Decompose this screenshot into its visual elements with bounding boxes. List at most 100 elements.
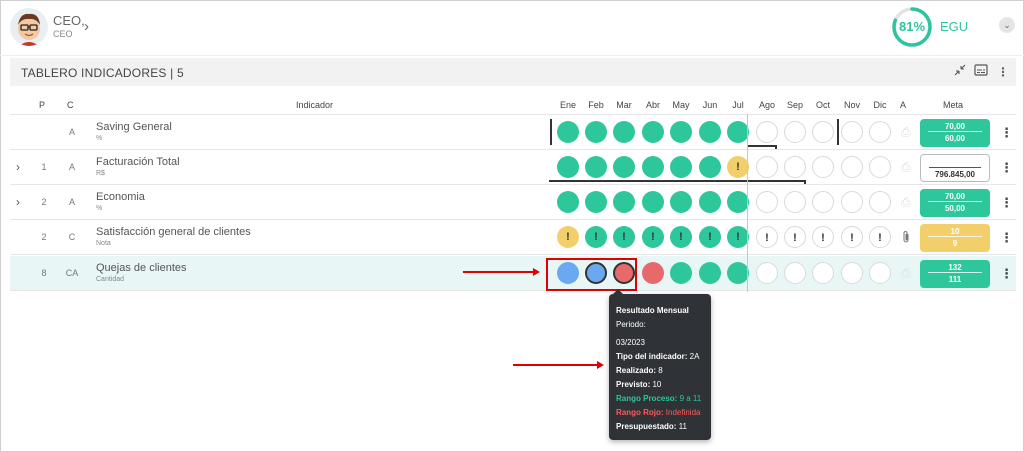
status-dot[interactable] <box>784 191 806 213</box>
status-dot[interactable] <box>784 156 806 178</box>
indicator-name[interactable]: Saving General <box>96 121 172 133</box>
status-dot[interactable]: ! <box>756 226 778 248</box>
indicator-name[interactable]: Facturación Total <box>96 156 180 168</box>
status-dot[interactable] <box>642 156 664 178</box>
row-menu-icon[interactable]: ⋮ <box>1000 125 1013 141</box>
board-title: TABLERO INDICADORES | 5 <box>21 66 184 80</box>
expand-row-icon[interactable]: › <box>16 160 20 174</box>
status-dot[interactable] <box>727 262 749 284</box>
indicator-name[interactable]: Satisfacción general de clientes <box>96 226 251 238</box>
status-dot[interactable] <box>670 191 692 213</box>
status-dot[interactable]: ! <box>670 226 692 248</box>
status-dot[interactable] <box>727 121 749 143</box>
status-dot[interactable]: ! <box>869 226 891 248</box>
row-menu-icon[interactable]: ⋮ <box>1000 266 1013 282</box>
attachment-icon[interactable]: ⎙ <box>901 160 911 175</box>
table-row[interactable]: › 1 A Facturación Total R$ ! ⎙ 796.845,0… <box>10 150 1016 185</box>
top-bar: CEO, CEO › 81% EGU ⌄ <box>0 0 1024 56</box>
row-c: A <box>68 127 75 137</box>
status-dot[interactable]: ! <box>841 226 863 248</box>
annotation-arrow <box>463 271 533 273</box>
status-dot[interactable]: ! <box>727 156 749 178</box>
indicator-name[interactable]: Quejas de clientes <box>96 262 187 274</box>
status-dot[interactable] <box>613 121 635 143</box>
row-menu-icon[interactable]: ⋮ <box>1000 230 1013 246</box>
status-dot[interactable] <box>585 191 607 213</box>
status-dot[interactable]: ! <box>557 226 579 248</box>
expand-row-icon[interactable]: › <box>16 195 20 209</box>
status-dot[interactable] <box>699 156 721 178</box>
row-menu-icon[interactable]: ⋮ <box>1000 160 1013 176</box>
status-dot[interactable] <box>670 121 692 143</box>
status-dot[interactable] <box>613 156 635 178</box>
status-dot[interactable] <box>869 262 891 284</box>
status-dot[interactable]: ! <box>784 226 806 248</box>
status-dot[interactable] <box>841 262 863 284</box>
chevron-down-icon[interactable]: ⌄ <box>999 17 1015 33</box>
row-p: 2 <box>41 197 47 207</box>
indicator-name[interactable]: Economia <box>96 191 145 203</box>
more-vert-icon[interactable]: ⋮ <box>995 64 1011 80</box>
meta-badge: 10 9 <box>920 224 990 252</box>
status-dot[interactable]: ! <box>585 226 607 248</box>
indicator-unit: % <box>96 135 103 142</box>
status-dot[interactable] <box>670 156 692 178</box>
tooltip-period-label: Periodo: <box>616 320 646 329</box>
status-dot[interactable] <box>557 121 579 143</box>
col-header-p: P <box>39 100 46 110</box>
status-dot[interactable] <box>812 262 834 284</box>
status-dot[interactable] <box>812 191 834 213</box>
status-dot[interactable] <box>699 121 721 143</box>
status-dot[interactable]: ! <box>699 226 721 248</box>
table-row[interactable]: 2 C Satisfacción general de clientes Not… <box>10 220 1016 255</box>
meta-value-top: 132 <box>928 260 982 273</box>
status-dot[interactable]: ! <box>727 226 749 248</box>
status-dot[interactable] <box>869 156 891 178</box>
status-dot[interactable] <box>585 121 607 143</box>
attachment-icon[interactable]: ⎙ <box>901 266 911 281</box>
status-dot[interactable] <box>699 191 721 213</box>
status-dot[interactable] <box>812 121 834 143</box>
chevron-right-icon[interactable]: › <box>84 18 89 35</box>
meta-badge: 132 111 <box>920 260 990 288</box>
status-dot[interactable] <box>613 191 635 213</box>
status-dot[interactable]: ! <box>812 226 834 248</box>
status-dot[interactable] <box>642 262 664 284</box>
status-dot[interactable] <box>869 191 891 213</box>
collapse-icon[interactable] <box>952 64 968 80</box>
status-dot[interactable] <box>756 262 778 284</box>
table-row-selected[interactable]: 8 CA Quejas de clientes Cantidad ⎙ 132 1… <box>10 256 1016 291</box>
row-menu-icon[interactable]: ⋮ <box>1000 195 1013 211</box>
indicator-unit: Cantidad <box>96 276 125 283</box>
table-row[interactable]: A Saving General % ⎙ 70,00 60,00 ⋮ <box>10 115 1016 150</box>
status-dot[interactable] <box>642 121 664 143</box>
attachment-icon[interactable]: ⎙ <box>901 125 911 140</box>
status-dot[interactable] <box>585 156 607 178</box>
subtitles-icon[interactable] <box>973 64 989 80</box>
attachment-icon[interactable] <box>901 230 911 247</box>
row-c: A <box>68 162 75 172</box>
status-dot[interactable] <box>557 156 579 178</box>
status-dot[interactable] <box>841 121 863 143</box>
status-dot[interactable] <box>727 191 749 213</box>
tooltip-real-label: Realizado: <box>616 366 657 375</box>
status-dot[interactable] <box>784 121 806 143</box>
avatar[interactable] <box>10 8 48 46</box>
status-dot[interactable] <box>784 262 806 284</box>
status-dot[interactable]: ! <box>613 226 635 248</box>
status-dot[interactable] <box>642 191 664 213</box>
status-dot[interactable] <box>557 191 579 213</box>
attachment-icon[interactable]: ⎙ <box>901 195 911 210</box>
status-dot[interactable] <box>699 262 721 284</box>
status-dot[interactable] <box>841 156 863 178</box>
status-dot[interactable] <box>670 262 692 284</box>
status-dot[interactable] <box>869 121 891 143</box>
status-dot[interactable] <box>841 191 863 213</box>
table-row[interactable]: › 2 A Economia % ⎙ 70,00 50,00 ⋮ <box>10 185 1016 220</box>
status-dot[interactable] <box>756 121 778 143</box>
status-dot[interactable] <box>756 156 778 178</box>
status-dot[interactable] <box>756 191 778 213</box>
status-dot[interactable] <box>812 156 834 178</box>
meta-value-top <box>929 155 981 168</box>
status-dot[interactable]: ! <box>642 226 664 248</box>
